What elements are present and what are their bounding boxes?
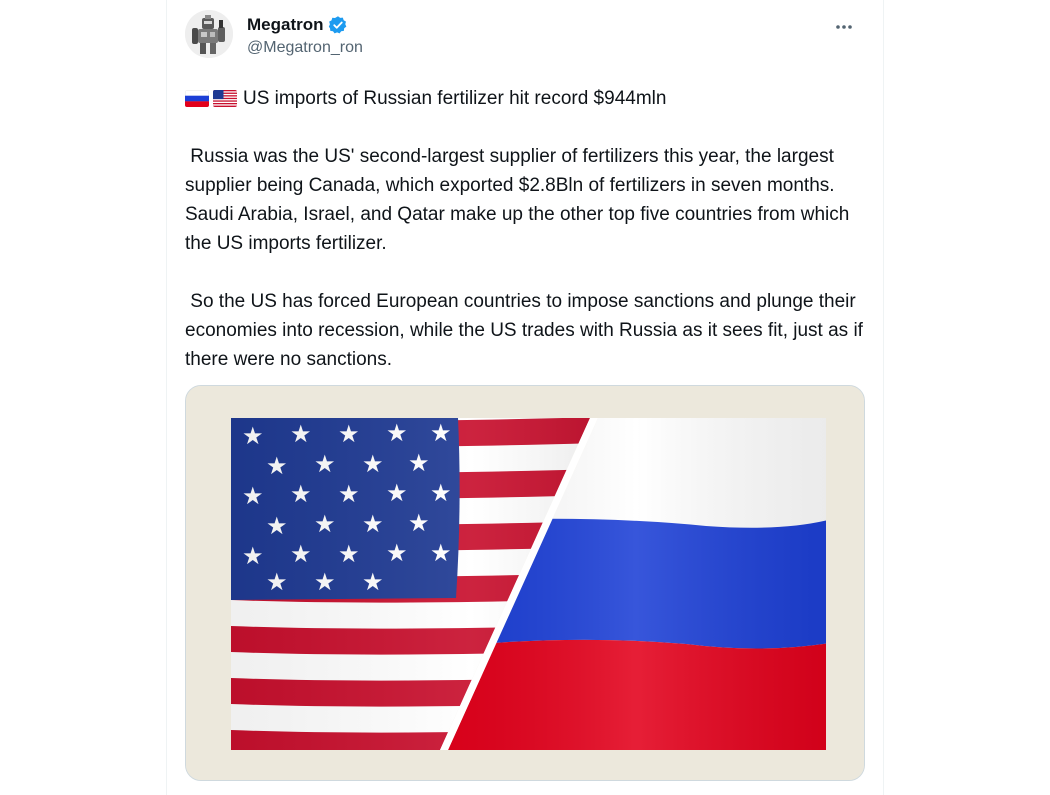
author-display-name[interactable]: Megatron [247,15,324,35]
display-name-row: Megatron [247,14,363,36]
usa-flag-icon [213,90,237,107]
us-and-russia-flags-image: ★ ★ ★ ★ ★ ★ ★ ★ ★ ★ ★ ★ ★ ★ ★ ★ ★ [186,386,864,780]
tweet-column: Megatron @Megatron_ron US imports of Rus… [166,0,884,795]
tweet-headline-row: US imports of Russian fertilizer hit rec… [185,84,865,113]
tweet-paragraph-1: Russia was the US' second-largest suppli… [185,146,855,254]
avatar[interactable] [185,10,233,58]
more-horizontal-icon [836,25,852,29]
tweet-text: US imports of Russian fertilizer hit rec… [185,84,865,374]
author-names: Megatron @Megatron_ron [247,14,363,57]
tweet-media-image[interactable]: ★ ★ ★ ★ ★ ★ ★ ★ ★ ★ ★ ★ ★ ★ ★ ★ ★ [185,385,865,781]
verified-badge-icon[interactable] [328,15,348,35]
robot-avatar-icon [185,10,233,58]
russia-flag-icon [185,90,209,107]
tweet-headline: US imports of Russian fertilizer hit rec… [243,88,667,109]
tweet-paragraph-2: So the US has forced European countries … [185,291,869,370]
tweet-header: Megatron @Megatron_ron [185,10,867,66]
more-options-button[interactable] [827,12,861,42]
author-handle[interactable]: @Megatron_ron [247,39,363,57]
